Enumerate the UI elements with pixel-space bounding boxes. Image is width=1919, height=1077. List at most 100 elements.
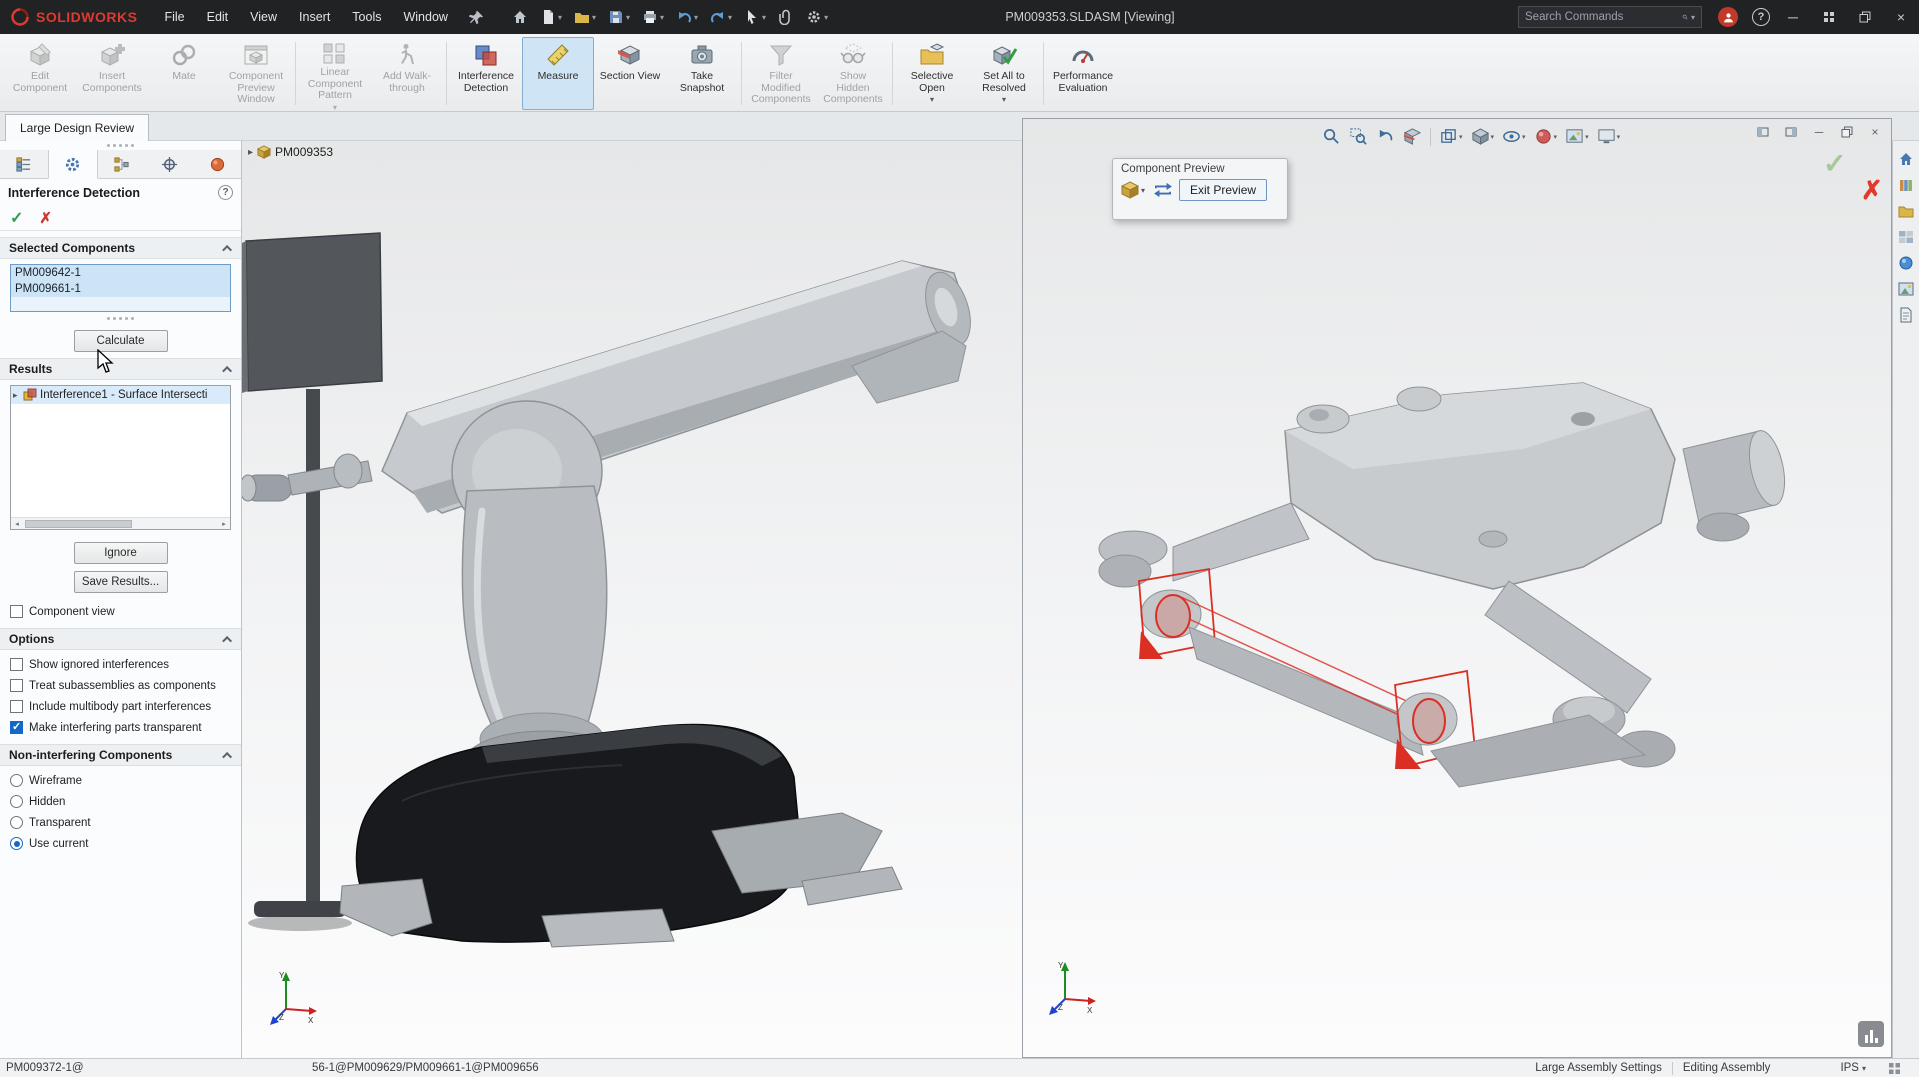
dropdown-arrow-icon[interactable]: ▾: [592, 13, 596, 22]
performance-widget-icon[interactable]: [1858, 1021, 1884, 1047]
cancel-preview-button[interactable]: ✗: [1861, 175, 1883, 206]
checkbox-treat-subassemblies[interactable]: Treat subassemblies as components: [0, 675, 241, 696]
view-orientation-button[interactable]: ▾: [1436, 125, 1466, 148]
dropdown-arrow-icon[interactable]: ▾: [1585, 133, 1589, 141]
close-button[interactable]: ×: [1883, 0, 1919, 34]
dropdown-arrow-icon[interactable]: ▾: [1862, 1064, 1866, 1073]
units-selector[interactable]: IPS ▾: [1840, 1062, 1866, 1074]
checkbox-show-ignored-interferences[interactable]: Show ignored interferences: [0, 654, 241, 675]
dock-left-button[interactable]: [1751, 122, 1775, 142]
checkbox-component-view[interactable]: Component view: [0, 601, 241, 622]
menu-file[interactable]: File: [153, 0, 195, 34]
new-document-button[interactable]: ▾: [536, 6, 566, 28]
collapse-chevron-icon[interactable]: [222, 635, 232, 645]
radio-use-current[interactable]: Use current: [0, 833, 241, 854]
ok-button[interactable]: ✓: [10, 208, 23, 228]
results-list[interactable]: ▸ Interference1 - Surface Intersecti ◂ ▸: [10, 385, 231, 530]
section-header-selected-components[interactable]: Selected Components: [0, 237, 241, 259]
open-button[interactable]: ▾: [570, 6, 600, 28]
restore-preview-button[interactable]: [1835, 122, 1859, 142]
dropdown-arrow-icon[interactable]: ▾: [824, 13, 828, 22]
display-style-button[interactable]: ▾: [1468, 125, 1498, 148]
search-input[interactable]: [1525, 11, 1679, 23]
search-icon[interactable]: [1682, 10, 1688, 24]
pin-icon[interactable]: [469, 10, 484, 25]
dropdown-arrow-icon[interactable]: ▾: [1554, 133, 1558, 141]
dropdown-arrow-icon[interactable]: ▾: [728, 13, 732, 22]
attachments-button[interactable]: [774, 6, 798, 28]
ribbon-button-interference-detection[interactable]: Interference Detection: [450, 37, 522, 110]
status-grid-icon[interactable]: [1888, 1062, 1901, 1075]
component-preview-viewport[interactable]: ▾ ▾ ▾ ▾ ▾ ▾ ─ × ✓ ✗ Component Preview ▾ …: [1022, 118, 1892, 1058]
collapse-chevron-icon[interactable]: [222, 365, 232, 375]
settings-button[interactable]: ▾: [802, 6, 832, 28]
ribbon-button-measure[interactable]: Measure: [522, 37, 594, 110]
print-button[interactable]: ▾: [638, 6, 668, 28]
feature-tree-expand-icon[interactable]: ▸: [248, 147, 253, 158]
radio-transparent[interactable]: Transparent: [0, 812, 241, 833]
component-selector-button[interactable]: ▾: [1119, 179, 1147, 201]
main-viewport[interactable]: ▸ PM009353: [242, 141, 1022, 1058]
tab-large-design-review[interactable]: Large Design Review: [5, 114, 149, 141]
radio-wireframe[interactable]: Wireframe: [0, 770, 241, 791]
user-avatar[interactable]: [1718, 7, 1738, 27]
cancel-button[interactable]: ✗: [39, 209, 52, 227]
menu-tools[interactable]: Tools: [341, 0, 392, 34]
section-resize-grip[interactable]: [0, 314, 241, 323]
dropdown-arrow-icon[interactable]: ▾: [1617, 133, 1621, 141]
tab-feature-manager[interactable]: [0, 150, 48, 178]
hide-show-items-button[interactable]: ▾: [1499, 125, 1529, 148]
collapse-chevron-icon[interactable]: [222, 751, 232, 761]
tab-dimxpert-manager[interactable]: [145, 150, 193, 178]
list-item[interactable]: PM009642-1: [11, 265, 230, 281]
tab-configuration-manager[interactable]: [98, 150, 146, 178]
dock-right-button[interactable]: [1779, 122, 1803, 142]
select-button[interactable]: ▾: [740, 6, 770, 28]
help-icon[interactable]: ?: [1752, 8, 1770, 26]
synchronize-views-button[interactable]: [1153, 182, 1173, 198]
redo-button[interactable]: ▾: [706, 6, 736, 28]
tab-display-manager[interactable]: [193, 150, 241, 178]
tab-property-manager[interactable]: [48, 150, 98, 179]
menu-edit[interactable]: Edit: [196, 0, 240, 34]
view-settings-button[interactable]: ▾: [1594, 125, 1624, 148]
ribbon-button-take-snapshot[interactable]: Take Snapshot: [666, 37, 738, 110]
confirm-ok-icon[interactable]: ✓: [1823, 147, 1846, 180]
apply-scene-button[interactable]: ▾: [1562, 125, 1592, 148]
dropdown-arrow-icon[interactable]: ▾: [558, 13, 562, 22]
menu-insert[interactable]: Insert: [288, 0, 341, 34]
zoom-to-area-button[interactable]: [1346, 125, 1371, 148]
dropdown-arrow-icon[interactable]: ▾: [762, 13, 766, 22]
horizontal-scrollbar[interactable]: ◂ ▸: [11, 517, 230, 529]
checkbox-make-interfering-transparent[interactable]: Make interfering parts transparent: [0, 717, 241, 738]
section-view-button[interactable]: [1400, 125, 1425, 148]
radio-hidden[interactable]: Hidden: [0, 791, 241, 812]
minimize-preview-button[interactable]: ─: [1807, 122, 1831, 142]
dropdown-arrow-icon[interactable]: ▾: [660, 13, 664, 22]
save-results-button[interactable]: Save Results...: [74, 571, 168, 593]
selected-components-list[interactable]: PM009642-1 PM009661-1: [10, 264, 231, 312]
dropdown-arrow-icon[interactable]: ▾: [626, 13, 630, 22]
collapse-chevron-icon[interactable]: [222, 244, 232, 254]
help-icon[interactable]: ?: [218, 185, 233, 200]
ribbon-button-set-all-to-resolved[interactable]: Set All to Resolved ▾: [968, 37, 1040, 110]
assembly-name[interactable]: PM009353: [275, 145, 333, 159]
undo-button[interactable]: ▾: [672, 6, 702, 28]
dropdown-arrow-icon[interactable]: ▾: [930, 95, 934, 104]
panel-resize-grip[interactable]: [0, 141, 241, 150]
scroll-left-icon[interactable]: ◂: [11, 520, 23, 528]
section-header-results[interactable]: Results: [0, 358, 241, 380]
custom-properties-icon[interactable]: [1896, 305, 1917, 324]
dropdown-arrow-icon[interactable]: ▾: [1491, 133, 1495, 141]
expand-arrow-icon[interactable]: ▸: [13, 390, 23, 401]
dropdown-arrow-icon[interactable]: ▾: [1002, 95, 1006, 104]
appearances-icon[interactable]: [1896, 253, 1917, 272]
search-dropdown-arrow-icon[interactable]: ▾: [1691, 13, 1695, 22]
scenes-icon[interactable]: [1896, 279, 1917, 298]
minimize-button[interactable]: ─: [1775, 0, 1811, 34]
solidworks-resources-icon[interactable]: [1896, 149, 1917, 168]
restore-button[interactable]: [1847, 0, 1883, 34]
dropdown-arrow-icon[interactable]: ▾: [1459, 133, 1463, 141]
scrollbar-thumb[interactable]: [25, 520, 132, 528]
calculate-button[interactable]: Calculate: [74, 330, 168, 352]
